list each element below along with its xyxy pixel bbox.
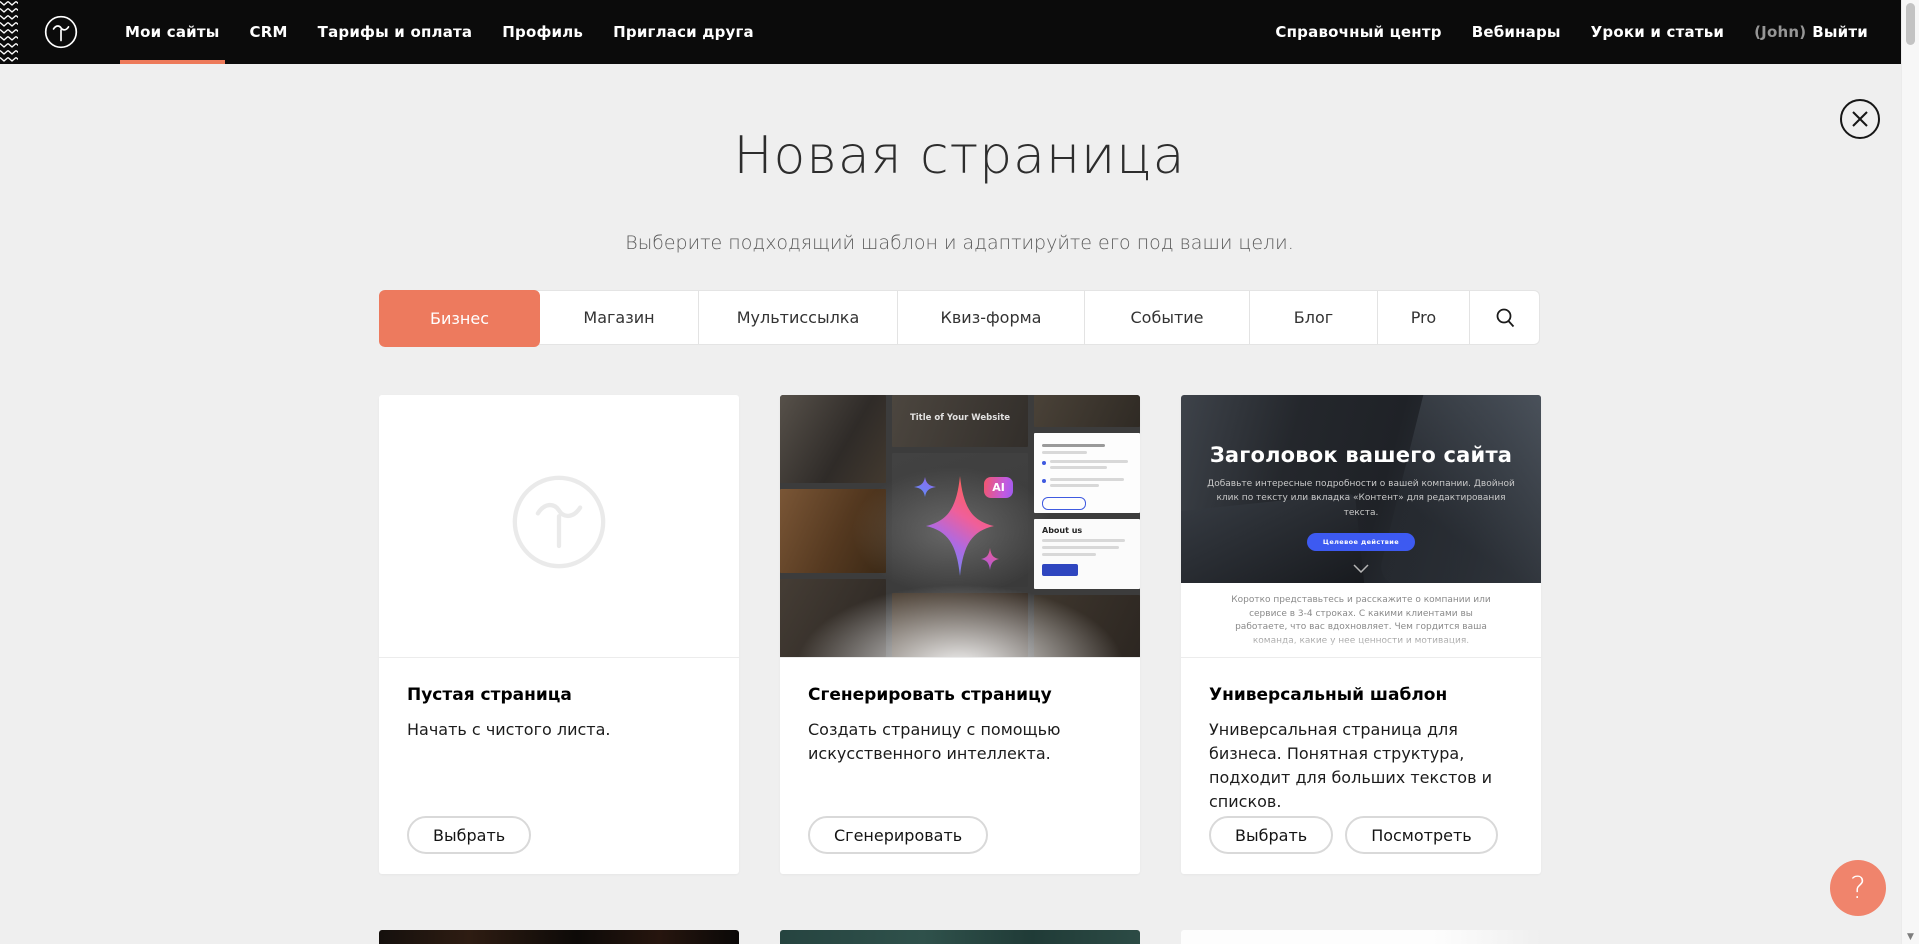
sparkle-small-icon: [981, 548, 999, 570]
nav-item-my-sites[interactable]: Мои сайты: [110, 0, 235, 64]
scrollbar-thumb[interactable]: [1906, 3, 1915, 45]
card-title: Сгенерировать страницу: [808, 685, 1112, 705]
nav-item-logout[interactable]: (John) Выйти: [1739, 0, 1883, 64]
card-body: Сгенерировать страницу Создать страницу …: [780, 658, 1140, 874]
ai-preview[interactable]: Title of Your Website About us: [780, 395, 1140, 657]
hero-cta-button: Целевое действие: [1307, 533, 1415, 551]
nav-item-lessons[interactable]: Уроки и статьи: [1576, 0, 1739, 64]
card-body: Универсальный шаблон Универсальная стран…: [1181, 658, 1541, 874]
nav-item-help-center[interactable]: Справочный центр: [1260, 0, 1456, 64]
hero-title: Заголовок вашего сайта: [1181, 443, 1541, 467]
card-actions: Выбрать Посмотреть: [1209, 816, 1498, 854]
logout-label: Выйти: [1812, 23, 1868, 41]
card-actions: Сгенерировать: [808, 816, 988, 854]
top-navbar: Мои сайты CRM Тарифы и оплата Профиль Пр…: [0, 0, 1919, 64]
generate-button[interactable]: Сгенерировать: [808, 816, 988, 854]
nav-left-menu: Мои сайты CRM Тарифы и оплата Профиль Пр…: [110, 0, 769, 64]
page-subtitle: Выберите подходящий шаблон и адаптируйте…: [0, 232, 1919, 254]
card-body: Пустая страница Начать с чистого листа. …: [379, 658, 739, 874]
template-category-tabs: Бизнес Магазин Мультиссылка Квиз-форма С…: [379, 290, 1540, 345]
page-title: Новая страница: [0, 126, 1919, 186]
nav-item-invite-friend[interactable]: Пригласи друга: [598, 0, 769, 64]
nav-right-menu: Справочный центр Вебинары Уроки и статьи…: [1260, 0, 1883, 64]
search-icon: [1494, 307, 1516, 329]
card-description: Универсальная страница для бизнеса. Поня…: [1209, 718, 1513, 814]
nav-item-profile[interactable]: Профиль: [487, 0, 598, 64]
tab-business[interactable]: Бизнес: [379, 290, 540, 347]
template-card-partial[interactable]: [379, 930, 739, 944]
nav-item-webinars[interactable]: Вебинары: [1457, 0, 1576, 64]
card-ai-generate: Title of Your Website About us: [780, 395, 1140, 874]
search-tab[interactable]: [1470, 291, 1539, 344]
zigzag-pattern-icon: [0, 0, 18, 64]
card-title: Универсальный шаблон: [1209, 685, 1513, 705]
next-cards-row: [379, 930, 1541, 944]
choose-button[interactable]: Выбрать: [1209, 816, 1333, 854]
question-icon: ?: [1850, 871, 1866, 906]
scrollbar-down-arrow[interactable]: ▼: [1902, 932, 1919, 942]
tab-pro[interactable]: Pro: [1378, 291, 1470, 344]
card-description: Создать страницу с помощью искусственног…: [808, 718, 1112, 766]
card-title: Пустая страница: [407, 685, 711, 705]
preview-button[interactable]: Посмотреть: [1345, 816, 1498, 854]
blank-page-preview[interactable]: [379, 395, 739, 657]
chevron-down-icon: [1353, 564, 1369, 573]
new-page-dialog: Мои сайты CRM Тарифы и оплата Профиль Пр…: [0, 0, 1919, 944]
tab-quiz-form[interactable]: Квиз-форма: [898, 291, 1085, 344]
nav-item-tariffs[interactable]: Тарифы и оплата: [303, 0, 488, 64]
template-cards-row: Пустая страница Начать с чистого листа. …: [379, 395, 1541, 874]
tilda-logo-icon[interactable]: [44, 15, 78, 49]
tab-blog[interactable]: Блог: [1250, 291, 1378, 344]
template-card-partial[interactable]: [780, 930, 1140, 944]
help-button[interactable]: ?: [1830, 860, 1886, 916]
tab-multilink[interactable]: Мультиссылка: [699, 291, 898, 344]
tilda-logo-watermark-icon: [511, 474, 607, 570]
user-name-label: (John): [1754, 23, 1806, 41]
template-hero: Заголовок вашего сайта Добавьте интересн…: [1181, 395, 1541, 583]
hero-text: Добавьте интересные подробности о вашей …: [1206, 477, 1516, 520]
nav-item-crm[interactable]: CRM: [235, 0, 303, 64]
card-actions: Выбрать: [407, 816, 531, 854]
tab-event[interactable]: Событие: [1085, 291, 1250, 344]
ai-badge: AI: [984, 477, 1013, 498]
choose-button[interactable]: Выбрать: [407, 816, 531, 854]
template-card-partial[interactable]: [1181, 930, 1541, 944]
fade-overlay: [1181, 635, 1541, 657]
template-text-section: Коротко представьтесь и расскажите о ком…: [1181, 583, 1541, 657]
card-description: Начать с чистого листа.: [407, 718, 711, 742]
card-universal-template: Заголовок вашего сайта Добавьте интересн…: [1181, 395, 1541, 874]
scrollbar: ▼: [1901, 0, 1919, 944]
tab-shop[interactable]: Магазин: [540, 291, 699, 344]
card-blank-page: Пустая страница Начать с чистого листа. …: [379, 395, 739, 874]
template-preview[interactable]: Заголовок вашего сайта Добавьте интересн…: [1181, 395, 1541, 657]
